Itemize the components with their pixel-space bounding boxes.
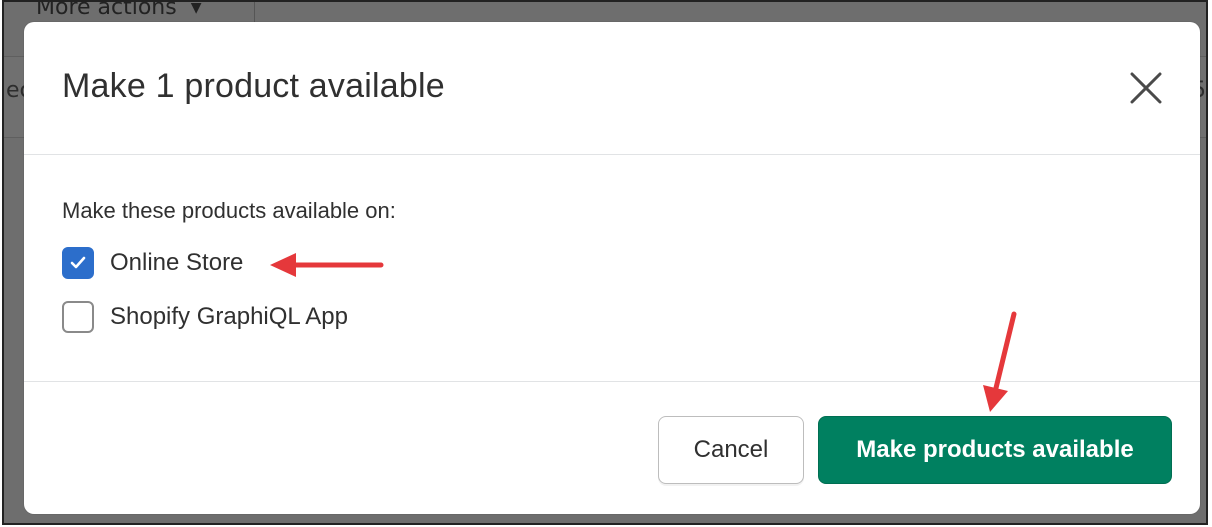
checkmark-icon xyxy=(70,256,86,269)
availability-label: Make these products available on: xyxy=(62,198,396,223)
close-icon xyxy=(1130,72,1162,104)
online-store-label[interactable]: Online Store xyxy=(110,249,243,277)
graphiql-app-label[interactable]: Shopify GraphiQL App xyxy=(110,303,348,331)
more-actions-label: More actions xyxy=(36,0,177,20)
more-actions-menu[interactable]: More actions ▼ xyxy=(36,0,202,20)
online-store-checkbox[interactable] xyxy=(62,247,94,279)
dialog-footer: Cancel Make products available xyxy=(24,382,1200,514)
make-products-available-button[interactable]: Make products available xyxy=(818,416,1172,484)
dialog-body: Make these products available on: Online… xyxy=(24,155,1200,382)
caret-down-icon: ▼ xyxy=(190,0,202,16)
graphiql-app-checkbox[interactable] xyxy=(62,301,94,333)
cancel-button[interactable]: Cancel xyxy=(658,416,804,484)
channel-option-online-store[interactable]: Online Store xyxy=(62,247,243,279)
make-available-dialog: Make 1 product available Make these prod… xyxy=(24,22,1200,514)
dialog-header: Make 1 product available xyxy=(24,22,1200,155)
dialog-title: Make 1 product available xyxy=(62,67,445,105)
close-button[interactable] xyxy=(1124,66,1168,110)
channel-option-graphiql-app[interactable]: Shopify GraphiQL App xyxy=(62,301,348,333)
toolbar-divider xyxy=(254,2,255,22)
